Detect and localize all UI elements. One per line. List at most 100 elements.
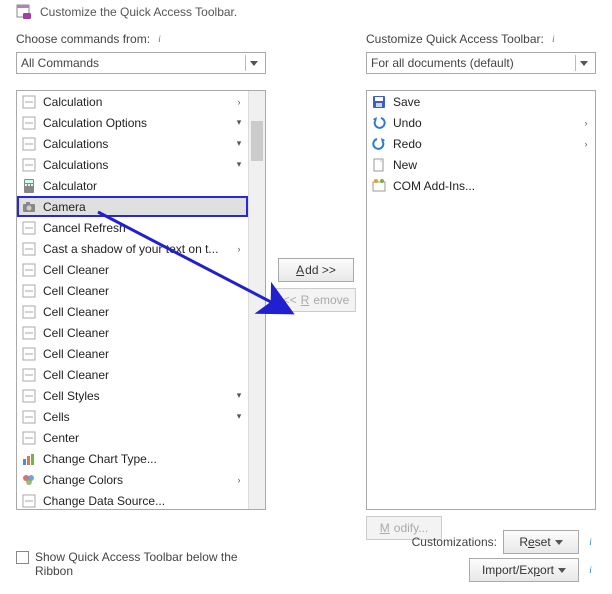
scope-value: For all documents (default) [371, 56, 514, 70]
list-item[interactable]: Redo › [367, 133, 595, 154]
submenu-indicator-icon: ▾ [234, 159, 244, 170]
submenu-indicator-icon: ▾ [234, 411, 244, 422]
list-item[interactable]: Save [367, 91, 595, 112]
redo-icon [371, 136, 387, 152]
list-item-label: Cell Cleaner [43, 284, 228, 298]
shadow-icon [21, 241, 37, 257]
submenu-indicator-icon: › [234, 97, 244, 107]
list-item[interactable]: Cell Cleaner [17, 322, 248, 343]
list-item[interactable]: COM Add-Ins... [367, 175, 595, 196]
list-item-label: Cancel Refresh [43, 221, 228, 235]
calcs-icon [21, 157, 37, 173]
list-item-label: Save [393, 95, 575, 109]
calc-icon [21, 94, 37, 110]
cleaner-icon [21, 262, 37, 278]
list-item[interactable]: Cell Cleaner [17, 280, 248, 301]
calculator-icon [21, 178, 37, 194]
list-item[interactable]: Cells ▾ [17, 406, 248, 427]
list-item[interactable]: Calculator [17, 175, 248, 196]
camera-icon [21, 199, 37, 215]
cleaner-icon [21, 283, 37, 299]
list-item-label: Cell Cleaner [43, 263, 228, 277]
list-item-label: Center [43, 431, 228, 445]
checkbox-unchecked-icon[interactable] [16, 551, 29, 564]
list-item-label: Calculation [43, 95, 228, 109]
choose-commands-dropdown[interactable]: All Commands [16, 52, 266, 74]
list-item[interactable]: Calculations ▾ [17, 154, 248, 175]
list-item-label: COM Add-Ins... [393, 179, 575, 193]
list-item[interactable]: Cell Cleaner [17, 259, 248, 280]
cleaner-icon [21, 367, 37, 383]
colors-icon [21, 472, 37, 488]
list-item-label: Change Data Source... [43, 494, 228, 508]
cleaner-icon [21, 346, 37, 362]
list-item-label: Calculator [43, 179, 228, 193]
list-item[interactable]: Camera [17, 196, 248, 217]
scrollbar-thumb[interactable] [251, 121, 263, 161]
styles-icon [21, 388, 37, 404]
header-title: Customize the Quick Access Toolbar. [40, 5, 237, 19]
calc-opts-icon [21, 115, 37, 131]
customizations-label: Customizations: [412, 535, 497, 549]
choose-commands-label-row: Choose commands from: i [16, 30, 266, 48]
info-icon[interactable]: i [548, 34, 559, 45]
list-item-label: Cells [43, 410, 228, 424]
qat-customize-icon [16, 4, 32, 20]
list-item[interactable]: Cancel Refresh [17, 217, 248, 238]
list-item[interactable]: New [367, 154, 595, 175]
list-item[interactable]: Change Data Source... [17, 490, 248, 509]
list-item[interactable]: Cell Styles ▾ [17, 385, 248, 406]
list-item[interactable]: Cell Cleaner [17, 343, 248, 364]
info-icon[interactable]: i [585, 565, 596, 576]
list-item[interactable]: Undo› [367, 112, 595, 133]
list-item-label: Camera [43, 200, 228, 214]
cleaner-icon [21, 325, 37, 341]
col-left: Choose commands from: i All Commands Cal… [16, 30, 266, 540]
chevron-down-icon [245, 55, 261, 71]
list-item-label: Cell Styles [43, 389, 228, 403]
submenu-indicator-icon: ▾ [234, 390, 244, 401]
calcs-icon [21, 136, 37, 152]
chart-type-icon [21, 451, 37, 467]
submenu-indicator-icon: ▾ [234, 138, 244, 149]
scrollbar[interactable] [248, 91, 265, 509]
chevron-down-icon [575, 55, 591, 71]
list-item[interactable]: Cell Cleaner [17, 301, 248, 322]
info-icon[interactable]: i [585, 537, 596, 548]
cells-icon [21, 409, 37, 425]
choose-commands-value: All Commands [21, 56, 99, 70]
list-item[interactable]: Calculation › [17, 91, 248, 112]
qat-listbox[interactable]: Save Undo› Redo › New COM Add-Ins... [366, 90, 596, 510]
remove-button: << Remove [276, 288, 357, 312]
list-item-label: Cell Cleaner [43, 305, 228, 319]
cancel-refresh-icon [21, 220, 37, 236]
list-item[interactable]: Calculation Options▾ [17, 112, 248, 133]
import-export-button[interactable]: Import/Export [469, 558, 579, 582]
list-item[interactable]: Calculations ▾ [17, 133, 248, 154]
list-item-label: Cell Cleaner [43, 347, 228, 361]
list-item-label: Calculations [43, 158, 228, 172]
show-below-ribbon-label: Show Quick Access Toolbar below the Ribb… [35, 550, 245, 578]
list-item[interactable]: Change Chart Type... [17, 448, 248, 469]
add-button[interactable]: Add >> [278, 258, 354, 282]
undo-icon [371, 115, 387, 131]
scope-dropdown[interactable]: For all documents (default) [366, 52, 596, 74]
list-item-label: Calculations [43, 137, 228, 151]
list-item[interactable]: Change Colors› [17, 469, 248, 490]
save-icon [371, 94, 387, 110]
customizations-area: Customizations: Reset i Import/Export i [366, 526, 596, 582]
com-addins-icon [371, 178, 387, 194]
commands-listbox[interactable]: Calculation›Calculation Options▾Calculat… [16, 90, 266, 510]
list-item[interactable]: Cell Cleaner [17, 364, 248, 385]
header: Customize the Quick Access Toolbar. [0, 0, 612, 30]
info-icon[interactable]: i [154, 34, 165, 45]
reset-button[interactable]: Reset [503, 530, 579, 554]
data-source-icon [21, 493, 37, 509]
submenu-indicator-icon: › [581, 139, 591, 149]
choose-commands-label: Choose commands from: [16, 32, 150, 46]
col-mid: Add >> << Remove [276, 30, 356, 540]
list-item[interactable]: Cast a shadow of your text on t...› [17, 238, 248, 259]
body-row: Choose commands from: i All Commands Cal… [0, 30, 612, 540]
list-item[interactable]: Center [17, 427, 248, 448]
list-item-label: Redo [393, 137, 575, 151]
